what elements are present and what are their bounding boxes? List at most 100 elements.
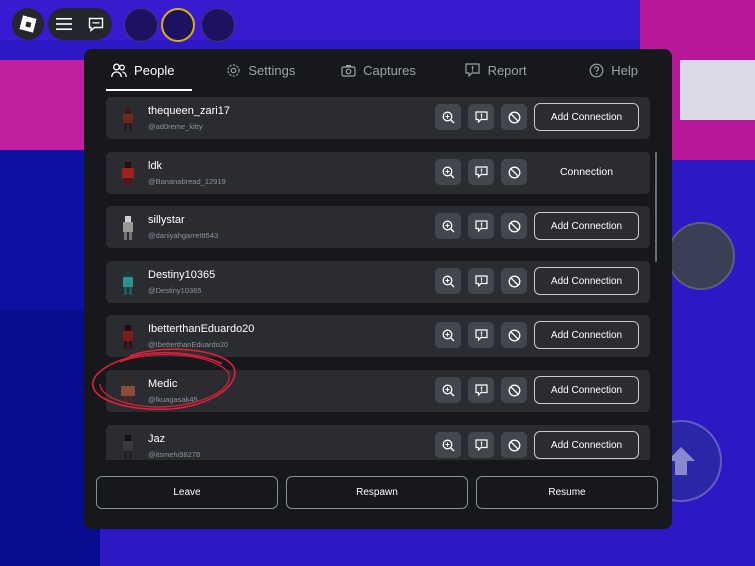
resume-button[interactable]: Resume (476, 476, 658, 509)
add-connection-button[interactable]: Add Connection (534, 103, 639, 131)
block-button[interactable] (501, 159, 527, 185)
tab-label: Settings (248, 62, 296, 78)
tab-label: Captures (363, 62, 416, 78)
report-player-button[interactable] (468, 159, 494, 185)
avatar (118, 105, 138, 133)
avatar (118, 160, 138, 188)
player-row: IbetterthanEduardo20 @IbetterthanEduardo… (106, 315, 650, 357)
add-connection-button[interactable]: Add Connection (534, 267, 639, 295)
tab-people[interactable]: People (84, 49, 202, 91)
report-icon (474, 384, 488, 396)
report-player-button[interactable] (468, 213, 494, 239)
block-icon (508, 220, 520, 232)
report-player-button[interactable] (468, 377, 494, 403)
report-player-button[interactable] (468, 268, 494, 294)
player-row: sillystar @daniyahgarrettt543 Add Connec… (106, 206, 650, 248)
player-username: @IbetterthanEduardo20 (148, 340, 229, 349)
report-icon (474, 329, 488, 341)
action-slot-button[interactable] (201, 8, 235, 42)
block-icon (508, 439, 520, 451)
block-button[interactable] (501, 322, 527, 348)
player-display-name: Jaz (148, 433, 166, 445)
add-connection-button[interactable]: Add Connection (534, 431, 639, 459)
player-row: ldk @Bananabread_12919 Connection (106, 152, 650, 194)
roblox-menu-button[interactable] (12, 8, 44, 40)
player-list[interactable]: thequeen_zari17 @ad0reme_kitty Add Conne… (106, 97, 650, 460)
report-icon (474, 220, 488, 232)
inventory-slot-button[interactable] (161, 8, 195, 42)
inspect-button[interactable] (435, 213, 461, 239)
tab-captures[interactable]: Captures (319, 49, 437, 91)
block-button[interactable] (501, 213, 527, 239)
menu-tabs: People Settings Captures Report Help (84, 49, 672, 91)
player-username: @ad0reme_kitty (148, 122, 203, 131)
block-icon (508, 166, 520, 178)
respawn-button[interactable]: Respawn (286, 476, 468, 509)
player-username: @lkuagasak45 (148, 395, 198, 404)
inspect-button[interactable] (435, 159, 461, 185)
player-row: Medic @lkuagasak45 Add Connection (106, 370, 650, 412)
block-icon (508, 275, 520, 287)
report-player-button[interactable] (468, 322, 494, 348)
player-display-name: IbetterthanEduardo20 (148, 323, 255, 335)
tab-label: Help (611, 62, 639, 78)
tab-report[interactable]: Report (437, 49, 555, 91)
tab-help[interactable]: Help (554, 49, 672, 91)
connection-status: Connection (559, 166, 614, 178)
report-icon (465, 62, 481, 78)
player-display-name: Destiny10365 (148, 269, 216, 281)
camera-icon (340, 62, 356, 78)
player-row: Jaz @itsmehi98278 Add Connection (106, 425, 650, 460)
player-display-name: Medic (148, 378, 178, 390)
player-username: @daniyahgarrettt543 (148, 231, 219, 240)
tab-label: People (134, 62, 175, 78)
player-row: Destiny10365 @Destiny10365 Add Connectio… (106, 261, 650, 303)
block-button[interactable] (501, 104, 527, 130)
avatar (118, 323, 138, 351)
inspect-button[interactable] (435, 322, 461, 348)
report-player-button[interactable] (468, 104, 494, 130)
zoom-in-icon (442, 220, 454, 232)
emote-slot-button[interactable] (124, 8, 158, 42)
player-row: thequeen_zari17 @ad0reme_kitty Add Conne… (106, 97, 650, 139)
zoom-in-icon (442, 384, 454, 396)
people-icon (111, 62, 127, 78)
leave-button[interactable]: Leave (96, 476, 278, 509)
avatar (118, 378, 138, 406)
report-icon (474, 439, 488, 451)
block-button[interactable] (501, 432, 527, 458)
block-button[interactable] (501, 377, 527, 403)
top-menu-pill (48, 8, 112, 40)
inspect-button[interactable] (435, 268, 461, 294)
help-icon (588, 62, 604, 78)
player-username: @Destiny10365 (148, 286, 202, 295)
player-username: @Bananabread_12919 (148, 177, 226, 186)
report-icon (474, 166, 488, 178)
report-icon (474, 275, 488, 287)
avatar (118, 269, 138, 297)
chat-icon[interactable] (86, 14, 106, 34)
player-display-name: thequeen_zari17 (148, 105, 230, 117)
inspect-button[interactable] (435, 432, 461, 458)
inspect-button[interactable] (435, 377, 461, 403)
player-username: @itsmehi98278 (148, 450, 201, 459)
zoom-in-icon (442, 439, 454, 451)
game-side-button[interactable] (667, 222, 735, 290)
tab-settings[interactable]: Settings (202, 49, 320, 91)
avatar (118, 433, 138, 460)
block-icon (508, 384, 520, 396)
hamburger-icon[interactable] (54, 14, 74, 34)
block-button[interactable] (501, 268, 527, 294)
report-icon (474, 111, 488, 123)
add-connection-button[interactable]: Add Connection (534, 212, 639, 240)
add-connection-button[interactable]: Add Connection (534, 321, 639, 349)
zoom-in-icon (442, 275, 454, 287)
zoom-in-icon (442, 329, 454, 341)
player-display-name: ldk (148, 160, 163, 172)
player-list-scrollbar[interactable] (655, 152, 657, 262)
add-connection-button[interactable]: Add Connection (534, 376, 639, 404)
report-player-button[interactable] (468, 432, 494, 458)
block-icon (508, 329, 520, 341)
player-display-name: sillystar (148, 214, 185, 226)
inspect-button[interactable] (435, 104, 461, 130)
